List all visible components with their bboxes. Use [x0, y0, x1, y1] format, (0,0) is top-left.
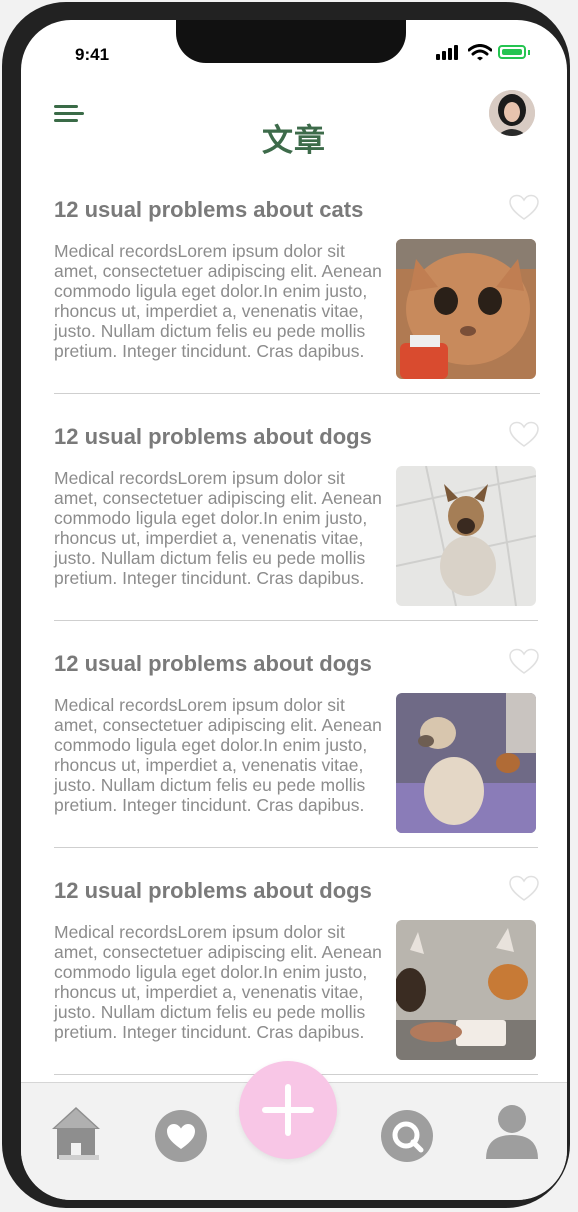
home-icon[interactable]	[51, 1105, 101, 1161]
heart-icon[interactable]	[154, 1109, 208, 1163]
wifi-icon	[468, 44, 492, 61]
article-excerpt: Medical recordsLorem ipsum dolor sit ame…	[54, 922, 382, 1042]
heart-icon[interactable]	[509, 648, 539, 676]
article-title[interactable]: 12 usual problems about dogs	[54, 651, 372, 677]
divider	[54, 393, 540, 394]
article-excerpt: Medical recordsLorem ipsum dolor sit ame…	[54, 241, 382, 361]
avatar[interactable]	[489, 90, 535, 136]
article-excerpt: Medical recordsLorem ipsum dolor sit ame…	[54, 695, 382, 815]
article-title[interactable]: 12 usual problems about dogs	[54, 878, 372, 904]
heart-icon[interactable]	[509, 421, 539, 449]
search-icon[interactable]	[380, 1109, 434, 1163]
cat-photo[interactable]	[396, 239, 536, 379]
add-button[interactable]	[239, 1061, 337, 1159]
screen: 9:41 文章 12 usual problems about cats Med…	[21, 20, 567, 1200]
signal-icon	[436, 44, 462, 60]
battery-icon	[498, 45, 526, 59]
dog-photo[interactable]	[396, 693, 536, 833]
divider	[54, 847, 538, 848]
page-title: 文章	[262, 123, 326, 158]
battery-cap	[528, 50, 530, 55]
phone-frame: 9:41 文章 12 usual problems about cats Med…	[2, 2, 570, 1208]
profile-icon[interactable]	[484, 1103, 540, 1161]
status-time: 9:41	[75, 45, 110, 64]
party-pets-photo[interactable]	[396, 920, 536, 1060]
article-title[interactable]: 12 usual problems about dogs	[54, 424, 372, 450]
article-title[interactable]: 12 usual problems about cats	[54, 197, 363, 223]
notch	[176, 20, 406, 63]
dog-photo[interactable]	[396, 466, 536, 606]
heart-icon[interactable]	[509, 875, 539, 903]
avatar-image	[489, 90, 535, 136]
heart-icon[interactable]	[509, 194, 539, 222]
divider	[54, 620, 538, 621]
article-excerpt: Medical recordsLorem ipsum dolor sit ame…	[54, 468, 382, 588]
